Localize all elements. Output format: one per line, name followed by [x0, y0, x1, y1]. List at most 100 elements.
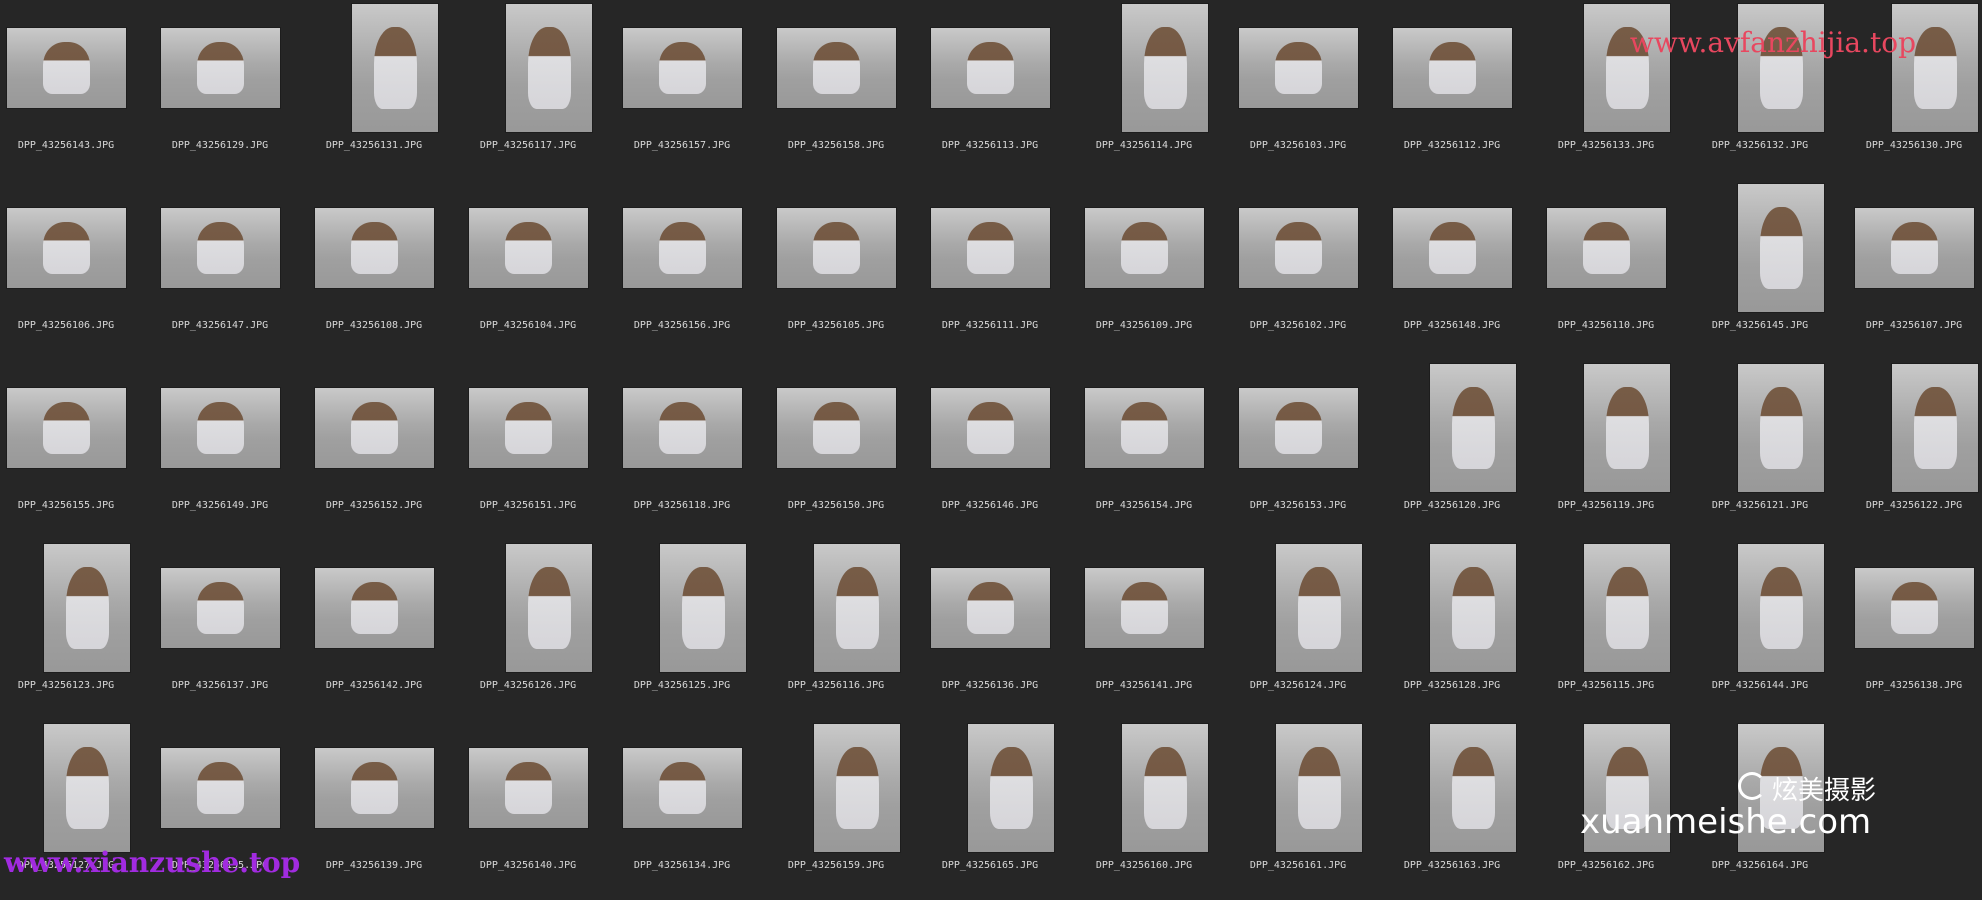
- thumbnail-image[interactable]: [777, 388, 896, 468]
- thumbnail-image[interactable]: [469, 748, 588, 828]
- thumbnail-image[interactable]: [931, 208, 1050, 288]
- thumbnail-image[interactable]: [623, 388, 742, 468]
- thumbnail-item[interactable]: DPP_43256165.JPG: [929, 720, 1083, 900]
- thumbnail-item[interactable]: DPP_43256129.JPG: [159, 0, 313, 180]
- thumbnail-item[interactable]: DPP_43256120.JPG: [1391, 360, 1545, 540]
- thumbnail-item[interactable]: DPP_43256154.JPG: [1083, 360, 1237, 540]
- thumbnail-item[interactable]: DPP_43256140.JPG: [467, 720, 621, 900]
- thumbnail-image[interactable]: [1239, 388, 1358, 468]
- thumbnail-item[interactable]: DPP_43256116.JPG: [775, 540, 929, 720]
- thumbnail-image[interactable]: [506, 544, 592, 672]
- thumbnail-image[interactable]: [1276, 724, 1362, 852]
- thumbnail-item[interactable]: DPP_43256110.JPG: [1545, 180, 1699, 360]
- thumbnail-item[interactable]: DPP_43256138.JPG: [1853, 540, 1982, 720]
- thumbnail-item[interactable]: DPP_43256159.JPG: [775, 720, 929, 900]
- thumbnail-item[interactable]: DPP_43256131.JPG: [313, 0, 467, 180]
- thumbnail-item[interactable]: DPP_43256122.JPG: [1853, 360, 1982, 540]
- thumbnail-image[interactable]: [814, 544, 900, 672]
- thumbnail-item[interactable]: DPP_43256126.JPG: [467, 540, 621, 720]
- thumbnail-image[interactable]: [1430, 364, 1516, 492]
- thumbnail-item[interactable]: DPP_43256153.JPG: [1237, 360, 1391, 540]
- thumbnail-item[interactable]: DPP_43256146.JPG: [929, 360, 1083, 540]
- thumbnail-item[interactable]: DPP_43256119.JPG: [1545, 360, 1699, 540]
- thumbnail-image[interactable]: [7, 28, 126, 108]
- thumbnail-image[interactable]: [1738, 544, 1824, 672]
- thumbnail-image[interactable]: [7, 208, 126, 288]
- thumbnail-image[interactable]: [1393, 28, 1512, 108]
- thumbnail-item[interactable]: DPP_43256128.JPG: [1391, 540, 1545, 720]
- thumbnail-item[interactable]: DPP_43256160.JPG: [1083, 720, 1237, 900]
- thumbnail-image[interactable]: [1276, 544, 1362, 672]
- thumbnail-image[interactable]: [931, 568, 1050, 648]
- thumbnail-item[interactable]: DPP_43256106.JPG: [5, 180, 159, 360]
- thumbnail-item[interactable]: DPP_43256144.JPG: [1699, 540, 1853, 720]
- thumbnail-image[interactable]: [1738, 184, 1824, 312]
- thumbnail-image[interactable]: [7, 388, 126, 468]
- thumbnail-image[interactable]: [44, 724, 130, 852]
- thumbnail-item[interactable]: DPP_43256134.JPG: [621, 720, 775, 900]
- thumbnail-item[interactable]: DPP_43256147.JPG: [159, 180, 313, 360]
- thumbnail-image[interactable]: [506, 4, 592, 132]
- thumbnail-image[interactable]: [44, 544, 130, 672]
- thumbnail-item[interactable]: DPP_43256142.JPG: [313, 540, 467, 720]
- thumbnail-image[interactable]: [315, 748, 434, 828]
- thumbnail-image[interactable]: [968, 724, 1054, 852]
- thumbnail-item[interactable]: DPP_43256103.JPG: [1237, 0, 1391, 180]
- thumbnail-image[interactable]: [1085, 208, 1204, 288]
- thumbnail-image[interactable]: [1430, 724, 1516, 852]
- thumbnail-image[interactable]: [1122, 724, 1208, 852]
- thumbnail-image[interactable]: [660, 544, 746, 672]
- thumbnail-image[interactable]: [1892, 4, 1978, 132]
- thumbnail-item[interactable]: DPP_43256111.JPG: [929, 180, 1083, 360]
- thumbnail-item[interactable]: DPP_43256102.JPG: [1237, 180, 1391, 360]
- thumbnail-item[interactable]: DPP_43256145.JPG: [1699, 180, 1853, 360]
- thumbnail-item[interactable]: DPP_43256105.JPG: [775, 180, 929, 360]
- thumbnail-item[interactable]: DPP_43256149.JPG: [159, 360, 313, 540]
- thumbnail-item[interactable]: DPP_43256125.JPG: [621, 540, 775, 720]
- thumbnail-image[interactable]: [777, 28, 896, 108]
- thumbnail-item[interactable]: DPP_43256156.JPG: [621, 180, 775, 360]
- thumbnail-image[interactable]: [1584, 364, 1670, 492]
- thumbnail-image[interactable]: [161, 748, 280, 828]
- thumbnail-image[interactable]: [623, 748, 742, 828]
- thumbnail-item[interactable]: DPP_43256107.JPG: [1853, 180, 1982, 360]
- thumbnail-item[interactable]: DPP_43256157.JPG: [621, 0, 775, 180]
- thumbnail-item[interactable]: DPP_43256158.JPG: [775, 0, 929, 180]
- thumbnail-image[interactable]: [315, 388, 434, 468]
- thumbnail-image[interactable]: [161, 568, 280, 648]
- thumbnail-image[interactable]: [315, 208, 434, 288]
- thumbnail-image[interactable]: [1855, 208, 1974, 288]
- thumbnail-item[interactable]: DPP_43256108.JPG: [313, 180, 467, 360]
- thumbnail-image[interactable]: [469, 208, 588, 288]
- thumbnail-item[interactable]: DPP_43256137.JPG: [159, 540, 313, 720]
- thumbnail-image[interactable]: [1393, 208, 1512, 288]
- thumbnail-image[interactable]: [1855, 568, 1974, 648]
- thumbnail-item[interactable]: DPP_43256143.JPG: [5, 0, 159, 180]
- thumbnail-image[interactable]: [814, 724, 900, 852]
- thumbnail-image[interactable]: [623, 28, 742, 108]
- thumbnail-image[interactable]: [1547, 208, 1666, 288]
- thumbnail-image[interactable]: [1085, 388, 1204, 468]
- thumbnail-item[interactable]: DPP_43256114.JPG: [1083, 0, 1237, 180]
- thumbnail-item[interactable]: DPP_43256136.JPG: [929, 540, 1083, 720]
- thumbnail-image[interactable]: [1239, 208, 1358, 288]
- thumbnail-item[interactable]: DPP_43256163.JPG: [1391, 720, 1545, 900]
- thumbnail-image[interactable]: [931, 28, 1050, 108]
- thumbnail-item[interactable]: DPP_43256141.JPG: [1083, 540, 1237, 720]
- thumbnail-image[interactable]: [161, 28, 280, 108]
- thumbnail-item[interactable]: DPP_43256117.JPG: [467, 0, 621, 180]
- thumbnail-item[interactable]: DPP_43256155.JPG: [5, 360, 159, 540]
- thumbnail-item[interactable]: DPP_43256115.JPG: [1545, 540, 1699, 720]
- thumbnail-image[interactable]: [1085, 568, 1204, 648]
- thumbnail-image[interactable]: [1738, 364, 1824, 492]
- thumbnail-image[interactable]: [1584, 544, 1670, 672]
- thumbnail-item[interactable]: DPP_43256113.JPG: [929, 0, 1083, 180]
- thumbnail-item[interactable]: DPP_43256123.JPG: [5, 540, 159, 720]
- thumbnail-item[interactable]: DPP_43256124.JPG: [1237, 540, 1391, 720]
- thumbnail-image[interactable]: [1738, 4, 1824, 132]
- thumbnail-item[interactable]: DPP_43256109.JPG: [1083, 180, 1237, 360]
- thumbnail-image[interactable]: [315, 568, 434, 648]
- thumbnail-item[interactable]: DPP_43256151.JPG: [467, 360, 621, 540]
- thumbnail-item[interactable]: DPP_43256104.JPG: [467, 180, 621, 360]
- thumbnail-image[interactable]: [161, 208, 280, 288]
